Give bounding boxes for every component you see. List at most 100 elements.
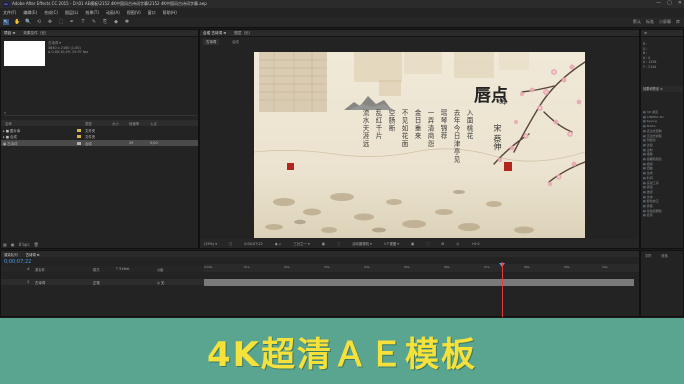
list-item[interactable]: ▸ ■ 合成 文件夹 [1, 133, 198, 139]
current-time-display[interactable]: 0;00;07;22 [244, 242, 263, 246]
pan-behind-tool-icon[interactable]: ✥ [47, 19, 53, 25]
viewer-controls: (25%) ▾ ▢ 0;00;07;22 ◉ ◇ 三分之一 ▾ ▣ ⬚ 活动摄像… [200, 239, 639, 248]
camera-select[interactable]: 活动摄像机 ▾ [352, 241, 372, 246]
maximize-button[interactable]: ▢ [667, 0, 672, 6]
col-mode[interactable]: 模式 [93, 267, 99, 272]
pen-tool-icon[interactable]: ✒ [69, 19, 75, 25]
composition-canvas[interactable]: 唇点 绛 宋 蔡伸 入面桃花 去年今日津亭见 瑶琴锦荐 一弄清商怨 金日重来 不… [254, 52, 585, 238]
exposure-value[interactable]: +0.0 [471, 242, 479, 246]
menu-animation[interactable]: 动画(A) [106, 10, 120, 16]
poem-line: 一弄清商怨 [426, 109, 434, 148]
menu-file[interactable]: 文件(F) [3, 10, 16, 16]
resolution-select[interactable]: 三分之一 ▾ [293, 241, 309, 246]
layer-name[interactable]: 古诗词 [35, 280, 45, 285]
tab-layer[interactable]: 图层（无） [234, 31, 252, 36]
bit-depth-button[interactable]: 8 bpc [19, 242, 30, 247]
col-name[interactable]: 名称 [5, 121, 12, 126]
minimize-button[interactable]: — [656, 0, 661, 6]
rectangle-tool-icon[interactable]: ⬚ [58, 19, 64, 25]
layer-duration-bar[interactable] [204, 279, 634, 286]
composition-info: 古诗词 ▾ 3840 x 2160 (1.00) Δ 0;00;10;29, 2… [48, 41, 88, 55]
layer-parent[interactable]: ◎ 无 [157, 280, 164, 285]
magnification-select[interactable]: (25%) ▾ [204, 242, 217, 246]
workspace-switcher: 默认 标准 小屏幕 库 [633, 19, 680, 25]
toggle-pixel-icon[interactable]: ▣ [411, 242, 414, 246]
new-comp-icon[interactable]: ▣ [11, 242, 15, 247]
fast-preview-icon[interactable]: ⬚ [426, 242, 429, 246]
tab-effect-controls[interactable]: 效果控件（无） [23, 31, 48, 36]
puppet-tool-icon[interactable]: ✱ [124, 19, 130, 25]
tools-panel: ↖ ✋ 🔍 ⟲ ✥ ⬚ ✒ T ✎ ⎘ ◆ ✱ 默认 标准 小屏幕 库 [0, 17, 684, 28]
poem-line: 去年今日津亭见 [452, 109, 460, 164]
red-seal [287, 163, 294, 170]
menu-layer[interactable]: 图层(L) [65, 10, 78, 16]
safe-zones-icon[interactable]: ▢ [229, 242, 232, 246]
type-tool-icon[interactable]: T [80, 19, 86, 25]
table-row[interactable]: 1 古诗词 正常 ◎ 无 [1, 279, 204, 285]
poem-line: 金日重来 [413, 109, 421, 141]
item-type: 合成 [85, 141, 92, 146]
zoom-tool-icon[interactable]: 🔍 [25, 19, 31, 25]
time-ruler[interactable]: 0;00s 01s 02s 03s 04s 05s 06s 07s 08s 09… [204, 264, 639, 272]
workspace-library[interactable]: 库 [676, 19, 680, 25]
col-size[interactable]: 大小 [112, 121, 119, 126]
poem-author: 宋 蔡伸 [493, 124, 502, 151]
info-readout: R : G : B : A : 0 X : 1256 Y : 2144 [643, 42, 656, 69]
menu-view[interactable]: 视图(V) [127, 10, 141, 16]
tab-timeline-comp[interactable]: 古诗词 ≡ [26, 252, 40, 257]
menu-window[interactable]: 窗口 [148, 10, 156, 16]
effects-category[interactable]: 表达式控制 [643, 129, 664, 134]
ruler-tick: 06s [444, 265, 450, 269]
snapshot-icon[interactable]: ◉ ◇ [275, 242, 282, 246]
menu-edit[interactable]: 编辑(E) [23, 10, 37, 16]
brush-tool-icon[interactable]: ✎ [91, 19, 97, 25]
item-type: 文件夹 [85, 128, 96, 133]
menu-effect[interactable]: 效果(T) [85, 10, 99, 16]
workspace-default[interactable]: 默认 [633, 19, 641, 25]
timeline-toggle-icon[interactable]: ⊞ [441, 242, 444, 246]
col-parent[interactable]: 父级 [157, 267, 163, 272]
menu-help[interactable]: 帮助(H) [163, 10, 177, 16]
project-panel: 项目 ≡ 效果控件（无） 古诗词 ▾ 3840 x 2160 (1.00) Δ … [0, 29, 199, 249]
ruler-tick: 05s [404, 265, 410, 269]
col-source-name[interactable]: 源名称 [35, 267, 45, 272]
col-trkmat[interactable]: T TrkMat [116, 267, 130, 271]
effects-list: 3D 通道 CINEMA 4D Keying Matte 表达式控制 沉浸式视频… [643, 110, 664, 218]
comp-breadcrumb[interactable]: 古诗词 [203, 39, 220, 45]
col-in[interactable]: 入点 [150, 121, 157, 126]
trash-icon[interactable]: 🗑 [34, 242, 39, 247]
list-item-selected[interactable]: ▣ 古诗词 合成 29 0;00 [1, 140, 198, 146]
layer-mode[interactable]: 正常 [93, 280, 100, 285]
flowchart-icon[interactable]: ◎ [456, 242, 459, 246]
ruler-tick: 01s [244, 265, 250, 269]
selection-tool-icon[interactable]: ↖ [3, 19, 9, 25]
effects-presets-title[interactable]: 效果和预设 ≡ [641, 86, 683, 92]
transparency-grid-icon[interactable]: ⬚ [337, 242, 340, 246]
col-fps[interactable]: 帧速率 [129, 121, 139, 126]
region-of-interest-icon[interactable]: ▣ [322, 242, 325, 246]
project-search-input[interactable]: ⌕ [4, 110, 197, 116]
workspace-standard[interactable]: 标准 [646, 19, 654, 25]
red-seal [504, 162, 512, 171]
comp-subtab[interactable]: 合成 [232, 39, 239, 45]
playhead[interactable] [502, 262, 503, 317]
effects-category[interactable]: 遮罩 [643, 213, 664, 218]
close-button[interactable]: ✕ [678, 0, 682, 6]
clone-tool-icon[interactable]: ⎘ [102, 19, 108, 25]
timeline-timecode[interactable]: 0;00;07;22 [4, 259, 31, 265]
workspace-small[interactable]: 小屏幕 [659, 19, 671, 25]
info-y: Y : 2144 [643, 64, 657, 69]
tab-composition[interactable]: 合成 古诗词 ≡ [203, 31, 226, 36]
tab-project[interactable]: 项目 ≡ [4, 31, 15, 36]
view-layout-select[interactable]: 1个视图 ▾ [384, 241, 399, 246]
tab-paragraph[interactable]: 段落 [661, 253, 667, 258]
tab-character[interactable]: 字符 [645, 253, 651, 258]
tab-render-queue[interactable]: 渲染队列 [4, 252, 18, 257]
title-bar: Ae Adobe After Effects CC 2015 - D:\01 A… [0, 0, 684, 8]
hand-tool-icon[interactable]: ✋ [14, 19, 20, 25]
rotate-tool-icon[interactable]: ⟲ [36, 19, 42, 25]
interpret-footage-icon[interactable]: ▦ [3, 242, 7, 247]
col-type[interactable]: 类型 [85, 121, 92, 126]
menu-composition[interactable]: 合成(C) [44, 10, 58, 16]
eraser-tool-icon[interactable]: ◆ [113, 19, 119, 25]
